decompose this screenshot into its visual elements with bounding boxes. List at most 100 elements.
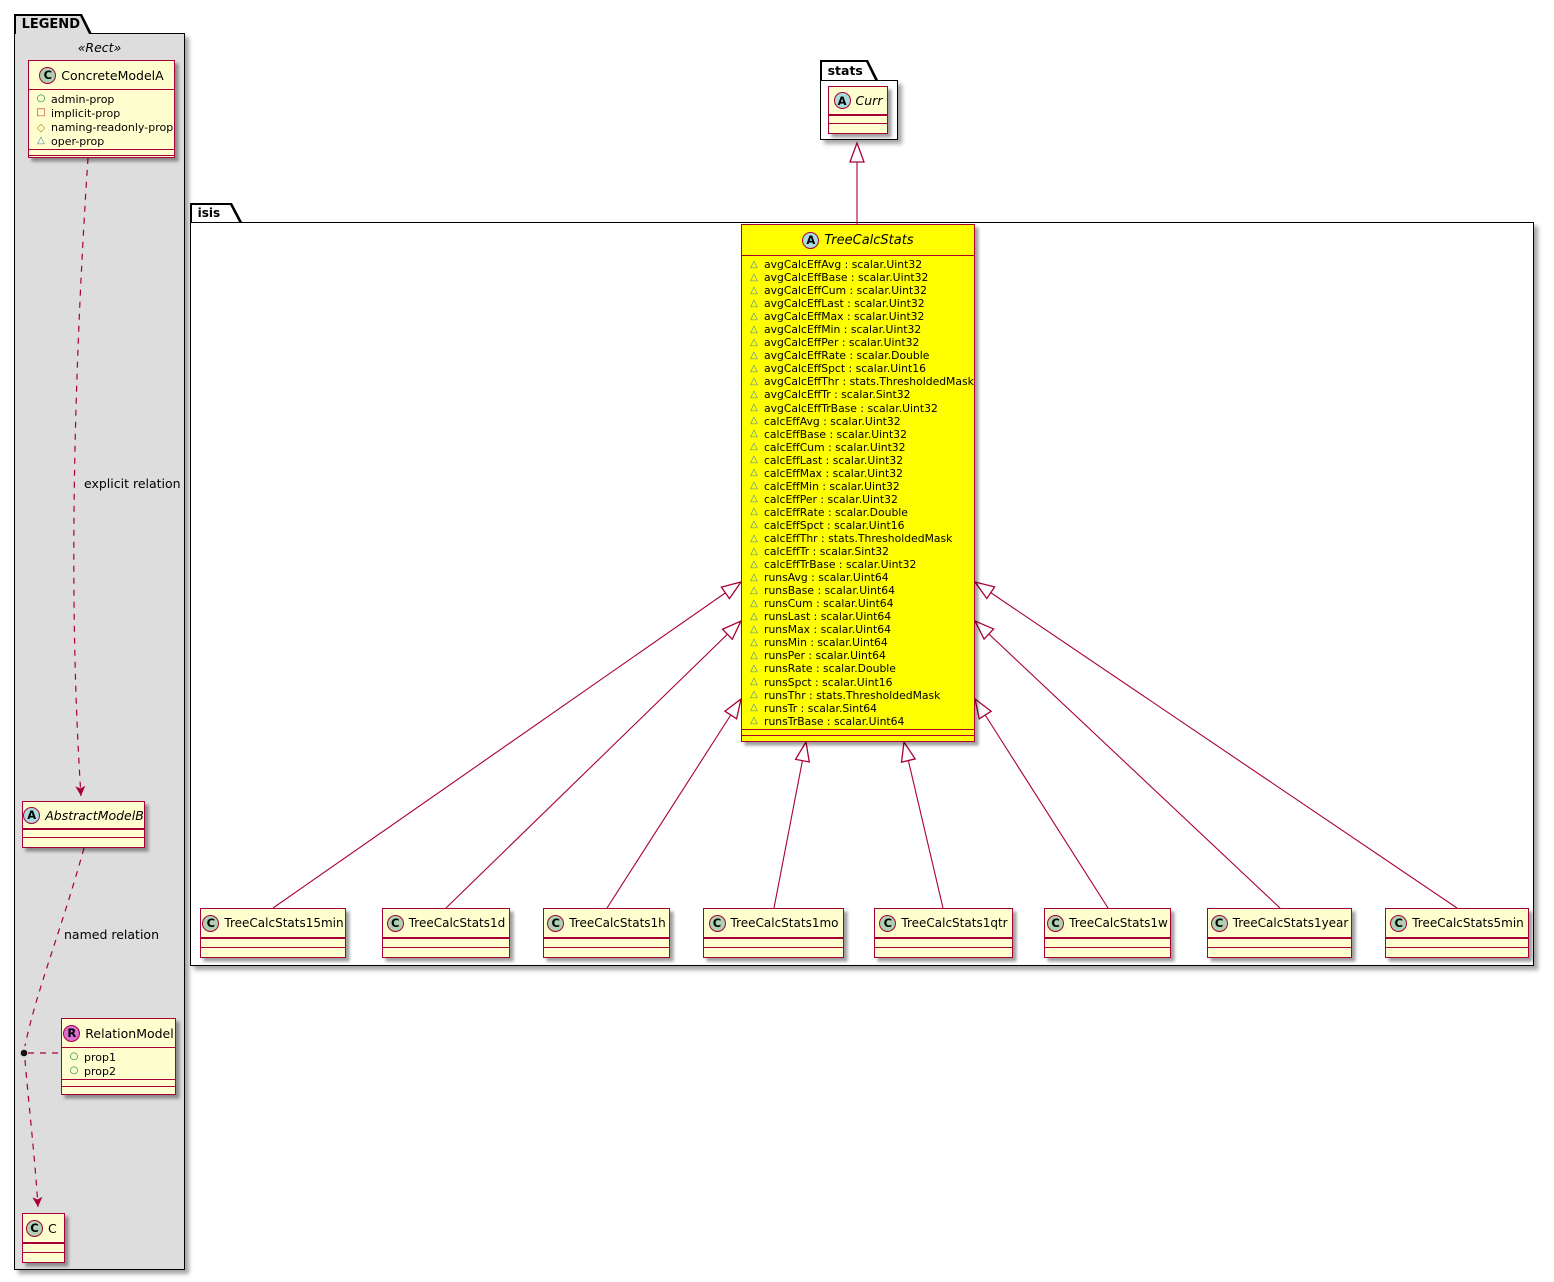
edge-15min (272, 580, 743, 909)
attribute-text: avgCalcEffMax : scalar.Uint32 (764, 310, 925, 324)
attribute-row: ○ prop1 (62, 1050, 175, 1064)
oper-prop-icon: △ (750, 388, 758, 400)
attribute-text: avgCalcEffMin : scalar.Uint32 (764, 323, 922, 337)
class-name: TreeCalcStats1mo (730, 916, 839, 930)
empty-compartment (1208, 938, 1351, 947)
class-spot-icon: C (547, 914, 565, 932)
attribute-row: △ avgCalcEffAvg : scalar.Uint32 (742, 258, 974, 271)
attribute-text: calcEffAvg : scalar.Uint32 (764, 414, 901, 428)
class-c-title: C C (23, 1214, 64, 1243)
attribute-text: calcEffMin : scalar.Uint32 (764, 479, 900, 493)
class-tree-calc-stats: A TreeCalcStats △ avgCalcEffAvg : scalar… (741, 224, 975, 742)
empty-compartment (829, 115, 887, 123)
attribute-text: calcEffTr : scalar.Sint32 (764, 545, 890, 559)
class-spot-icon: C (202, 914, 220, 932)
empty-compartment (383, 938, 509, 947)
attribute-text: calcEffCum : scalar.Uint32 (764, 440, 906, 454)
class-name: TreeCalcStats5min (1412, 916, 1524, 930)
class-spot-icon: C (1390, 914, 1408, 932)
attribute-row: △ calcEffPer : scalar.Uint32 (742, 493, 974, 506)
attribute-text: runsMin : scalar.Uint64 (764, 636, 888, 650)
class-name: TreeCalcStats15min (224, 916, 344, 930)
empty-compartment (1045, 938, 1170, 947)
oper-prop-icon: △ (750, 519, 758, 531)
oper-prop-icon: △ (750, 297, 758, 309)
class-spot-icon: C (26, 1219, 43, 1237)
attribute-row: △ runsMax : scalar.Uint64 (742, 623, 974, 636)
attribute-text: calcEffPer : scalar.Uint32 (764, 492, 898, 506)
empty-compartment (1386, 947, 1528, 957)
attribute-row: △ avgCalcEffMax : scalar.Uint32 (742, 310, 974, 323)
stats-tab-label: stats (822, 62, 875, 80)
attribute-text: avgCalcEffCum : scalar.Uint32 (764, 284, 928, 298)
oper-prop-icon: △ (37, 135, 45, 146)
attribute-text: avgCalcEffRate : scalar.Double (764, 349, 930, 363)
empty-compartment (704, 938, 843, 947)
attribute-row: △ calcEffMax : scalar.Uint32 (742, 467, 974, 480)
attribute-row: △ calcEffSpct : scalar.Uint16 (742, 519, 974, 532)
oper-prop-icon: △ (750, 545, 758, 557)
edge-1year (973, 619, 1281, 909)
oper-prop-icon: △ (750, 676, 758, 688)
attribute-row: △ runsPer : scalar.Uint64 (742, 649, 974, 662)
attribute-text: avgCalcEffSpct : scalar.Uint16 (764, 362, 926, 376)
class-name: AbstractModelB (45, 807, 144, 823)
class-name: ConcreteModelA (61, 67, 164, 83)
abstract-model-b-title: A AbstractModelB (23, 802, 144, 829)
admin-prop-icon: ○ (36, 93, 46, 104)
empty-compartment (23, 1252, 64, 1262)
edge-1w (973, 697, 1109, 909)
edge-5min (973, 580, 1458, 909)
class-abstract-model-b: A AbstractModelB (22, 801, 145, 848)
attribute-text: admin-prop (51, 92, 115, 106)
tree-calc-stats-attributes: △ avgCalcEffAvg : scalar.Uint32 △ avgCal… (742, 256, 974, 729)
attribute-row: △ avgCalcEffBase : scalar.Uint32 (742, 271, 974, 284)
public-prop-icon: ○ (69, 1065, 79, 1076)
relation-model-attributes: ○ prop1 ○ prop2 (62, 1048, 175, 1079)
empty-compartment (201, 947, 345, 957)
class-name: RelationModel (85, 1025, 174, 1041)
oper-prop-icon: △ (750, 284, 758, 296)
uml-class-diagram: LEGEND stats isis «Rect» C ConcreteModel… (0, 0, 1554, 1282)
attribute-row: △ avgCalcEffRate : scalar.Double (742, 349, 974, 362)
rect-stereotype: «Rect» (77, 40, 122, 55)
attribute-text: runsCum : scalar.Uint64 (764, 597, 894, 611)
class-treecalcstats1year: C TreeCalcStats1year (1207, 908, 1352, 958)
class-spot-icon: C (1047, 914, 1065, 932)
attribute-row: △ avgCalcEffThr : stats.ThresholdedMask (742, 375, 974, 388)
relation-spot-icon: R (63, 1024, 81, 1042)
attribute-row: △ calcEffBase : scalar.Uint32 (742, 428, 974, 441)
class-c: C C (22, 1213, 65, 1263)
attribute-row: △ avgCalcEffCum : scalar.Uint32 (742, 284, 974, 297)
oper-prop-icon: △ (750, 467, 758, 479)
attribute-row: △ avgCalcEffLast : scalar.Uint32 (742, 297, 974, 310)
oper-prop-icon: △ (750, 584, 758, 596)
attribute-text: avgCalcEffAvg : scalar.Uint32 (764, 258, 923, 272)
attribute-text: calcEffThr : stats.ThresholdedMask (764, 532, 953, 545)
empty-compartment (23, 829, 144, 837)
edge-named-relation-upper (24, 847, 85, 1047)
class-spot-icon: C (708, 914, 726, 932)
attribute-row: △ runsAvg : scalar.Uint64 (742, 571, 974, 584)
oper-prop-icon: △ (750, 454, 758, 466)
empty-compartment (875, 938, 1012, 947)
oper-prop-icon: △ (750, 702, 758, 714)
subclass-title: C TreeCalcStats1qtr (875, 909, 1012, 938)
attribute-text: oper-prop (51, 134, 105, 148)
empty-compartment (1208, 947, 1351, 957)
attribute-row: □ implicit-prop (29, 106, 174, 120)
oper-prop-icon: △ (750, 532, 758, 544)
class-spot-icon: C (1210, 914, 1228, 932)
class-treecalcstats1w: C TreeCalcStats1w (1044, 908, 1171, 958)
tree-calc-stats-title: A TreeCalcStats (742, 225, 974, 256)
oper-prop-icon: △ (750, 610, 758, 622)
empty-compartment (544, 947, 669, 957)
naming-readonly-prop-icon: ◇ (36, 120, 46, 134)
attribute-text: runsTrBase : scalar.Uint64 (764, 714, 905, 728)
empty-compartment (829, 123, 887, 133)
attribute-row: △ runsTrBase : scalar.Uint64 (742, 715, 974, 728)
empty-compartment (383, 947, 509, 957)
class-curr: A Curr (828, 86, 888, 134)
oper-prop-icon: △ (750, 480, 758, 492)
legend-tab-label: LEGEND (16, 16, 89, 34)
